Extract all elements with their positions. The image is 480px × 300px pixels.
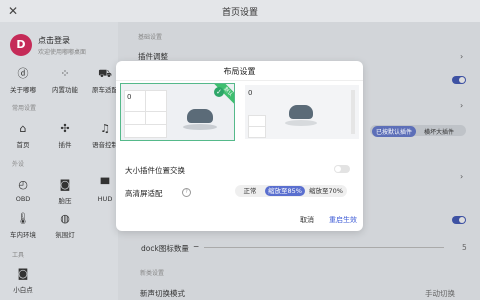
- section-tools: 工具: [12, 252, 25, 259]
- restart-button[interactable]: 重启生效: [329, 215, 357, 225]
- mini-dock: [351, 90, 355, 134]
- pill-default[interactable]: 已按默认插件: [372, 126, 417, 137]
- sidebar-item-env[interactable]: 🌡 车内环境: [5, 212, 41, 239]
- mini-card: [124, 124, 167, 138]
- adapt-label: 高清屏适配: [125, 189, 163, 198]
- sidebar-item-builtin[interactable]: ⁘ 内置功能: [47, 67, 83, 94]
- section-peripherals: 外设: [12, 161, 25, 168]
- voice-icon: ♫: [100, 122, 110, 135]
- info-icon: ⓓ: [17, 67, 29, 80]
- section-common: 常用设置: [12, 105, 37, 112]
- layout-preview-large[interactable]: 0: [245, 85, 359, 139]
- car-icon: ⛟: [98, 67, 112, 80]
- section-basic: 基础设置: [138, 34, 163, 41]
- check-icon: ✓: [214, 87, 224, 97]
- scale-segmented-control: 正常 缩放至85% 缩放至70%: [235, 185, 347, 197]
- swap-label: 大小插件位置交换: [125, 166, 185, 175]
- car-image: [187, 109, 213, 123]
- segment-normal[interactable]: 正常: [237, 186, 263, 196]
- sidebar-item-tire[interactable]: ◙ 胎压: [47, 178, 83, 205]
- avatar[interactable]: D: [10, 34, 32, 56]
- chevron-right-icon: ›: [460, 101, 464, 110]
- sidebar-item-ambient[interactable]: ◍ 氛围灯: [47, 212, 83, 239]
- segment-85[interactable]: 缩放至85%: [265, 186, 305, 196]
- divider: [116, 80, 363, 81]
- preview-value: 0: [127, 93, 132, 101]
- car-shadow: [285, 120, 317, 126]
- sidebar-item-home[interactable]: ⌂ 首页: [5, 122, 41, 149]
- page-title: 首页设置: [221, 8, 258, 18]
- bottom-row-label[interactable]: 新声切换模式: [140, 288, 185, 299]
- home-icon: ⌂: [19, 122, 27, 135]
- chevron-right-icon: ›: [460, 172, 464, 181]
- puzzle-icon: ✣: [60, 122, 70, 135]
- dialog-title: 布局设置: [223, 67, 256, 76]
- section-advanced: 新类设置: [140, 270, 165, 277]
- segment-70[interactable]: 缩放至70%: [307, 186, 345, 196]
- apps-icon: ⁘: [60, 67, 70, 80]
- mini-card: [145, 111, 167, 125]
- cancel-button[interactable]: 取消: [300, 215, 314, 225]
- toggle-switch[interactable]: [452, 76, 466, 84]
- sidebar-item-dot[interactable]: ◙ 小白点: [5, 267, 41, 294]
- layout-settings-dialog: 布局设置 默认 0 ✓ 0 大小插件位置交换 高清屏适配 ? 正常 缩放至85%…: [116, 61, 363, 231]
- layout-pill-group: 已按默认插件 横坏大插件: [370, 125, 466, 137]
- car-image: [289, 105, 313, 119]
- mini-card: [124, 111, 146, 125]
- lamp-icon: ◍: [60, 212, 70, 225]
- gauge-icon: ◴: [18, 178, 28, 191]
- question-icon[interactable]: ?: [182, 188, 191, 197]
- hud-icon: ▀: [100, 178, 110, 191]
- bottom-row-value: 手动切换: [425, 289, 455, 298]
- dock-slider[interactable]: [204, 247, 444, 248]
- toggle-switch[interactable]: [452, 216, 466, 224]
- dot-icon: ◙: [17, 267, 29, 280]
- swap-toggle[interactable]: [334, 165, 350, 173]
- minus-icon[interactable]: −: [193, 242, 199, 251]
- thermometer-icon: 🌡: [16, 212, 30, 225]
- mini-card: [145, 90, 167, 112]
- login-title[interactable]: 点击登录: [38, 35, 70, 46]
- dock-count-value: 5: [462, 243, 467, 252]
- car-shadow: [183, 124, 217, 130]
- tire-icon: ◙: [59, 178, 71, 191]
- preview-value: 0: [248, 89, 253, 97]
- login-subtitle: 欢迎使用嘟嘟桌面: [38, 49, 87, 56]
- sidebar-item-plugins[interactable]: ✣ 插件: [47, 122, 83, 149]
- sidebar-item-about[interactable]: ⓓ 关于嘟嘟: [5, 67, 41, 94]
- sidebar-item-obd[interactable]: ◴ OBD: [5, 178, 41, 203]
- pill-large[interactable]: 横坏大插件: [420, 126, 458, 137]
- dock-count-label: dock图标数量: [141, 244, 189, 253]
- mini-card: [248, 126, 266, 138]
- chevron-right-icon: ›: [460, 52, 464, 61]
